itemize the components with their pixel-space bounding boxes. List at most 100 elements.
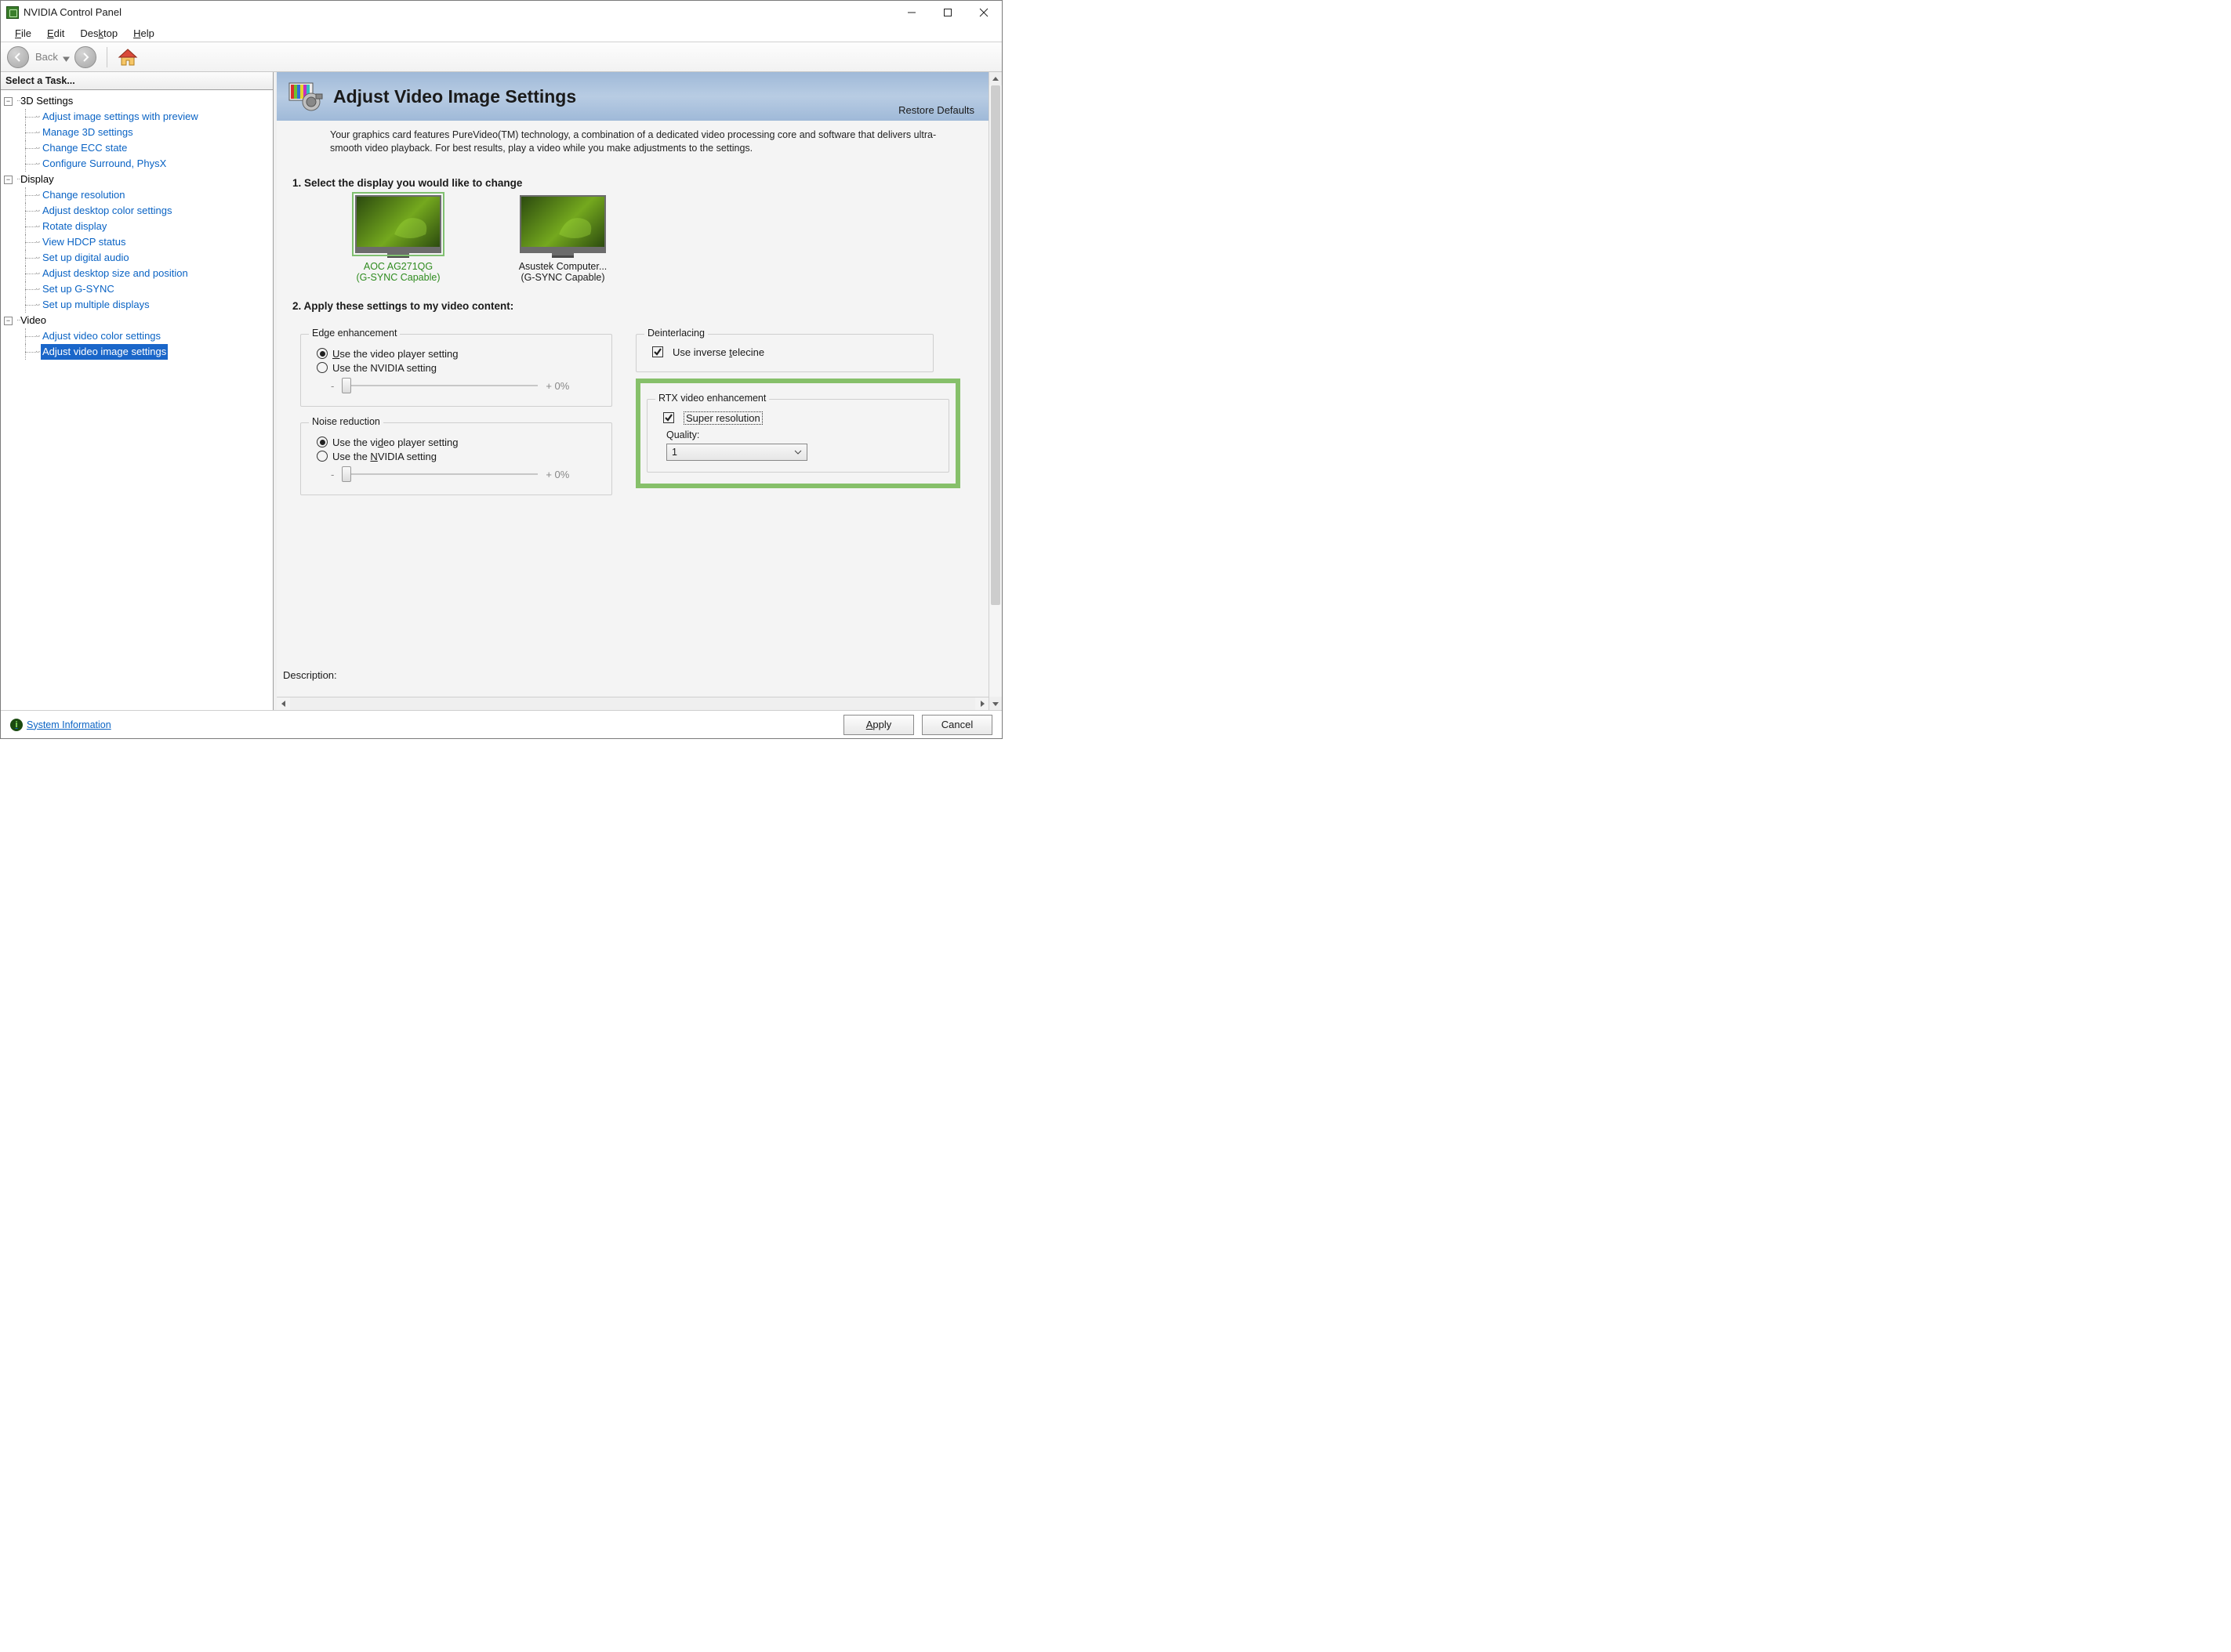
nvidia-app-icon [6,6,19,19]
tree-group-label[interactable]: 3D Settings [20,93,73,109]
main: Adjust Video Image Settings Restore Defa… [274,72,1002,710]
forward-button[interactable] [74,46,96,68]
tree-item[interactable]: ··Adjust desktop color settings [17,203,271,219]
scroll-track[interactable] [290,697,975,710]
scroll-thumb[interactable] [991,85,1000,605]
scroll-left-button[interactable] [277,697,290,710]
close-button[interactable] [966,1,1002,24]
menubar: File Edit Desktop Help [1,24,1002,42]
display-sub: (G-SYNC Capable) [504,272,622,283]
slider-min-label: - [331,380,334,392]
tree-item[interactable]: ··View HDCP status [17,234,271,250]
inverse-telecine-checkbox[interactable]: Use inverse telecine [652,346,922,358]
home-button[interactable] [118,48,138,67]
radio-icon [317,451,328,462]
info-icon: i [10,719,23,731]
tree-item[interactable]: ··Set up digital audio [17,250,271,266]
tree-item[interactable]: ··Adjust image settings with preview [17,109,271,125]
slider-value: + 0% [546,380,569,392]
intro-text: Your graphics card features PureVideo(TM… [277,127,967,163]
tree-item[interactable]: ··Manage 3D settings [17,125,271,140]
back-history-caret[interactable] [63,53,70,60]
horizontal-scrollbar[interactable] [277,697,989,710]
tree-item[interactable]: ··Change resolution [17,187,271,203]
tree-item[interactable]: ··Change ECC state [17,140,271,156]
edge-slider[interactable]: - + 0% [331,380,600,392]
system-information-link[interactable]: i System Information [10,719,111,731]
tree-group-label[interactable]: Display [20,172,54,187]
scroll-right-button[interactable] [975,697,989,710]
vertical-scrollbar[interactable] [989,72,1002,710]
tree-item[interactable]: ··Adjust desktop size and position [17,266,271,281]
tree-group-label[interactable]: Video [20,313,46,328]
page: Adjust Video Image Settings Restore Defa… [277,72,989,710]
window-controls [894,1,1002,24]
checkbox-icon [652,346,663,357]
description-label: Description: [283,669,337,681]
content: Your graphics card features PureVideo(TM… [277,121,989,697]
display-sub: (G-SYNC Capable) [339,272,457,283]
maximize-button[interactable] [930,1,966,24]
step1-title: 1. Select the display you would like to … [292,177,973,189]
menu-edit[interactable]: Edit [41,26,71,41]
scroll-track[interactable] [989,85,1002,697]
slider-min-label: - [331,469,334,480]
chevron-down-icon [794,448,802,456]
super-resolution-label: Super resolution [684,411,763,425]
rtx-highlight: RTX video enhancement Super resolution [636,379,960,488]
radio-icon [317,348,328,359]
edge-enhancement-group: Edge enhancement Use the video player se… [300,334,612,407]
footer: i System Information Apply Cancel [1,710,1002,738]
deinterlacing-group: Deinterlacing Use inverse telecine [636,334,934,372]
minimize-button[interactable] [894,1,930,24]
quality-select[interactable]: 1 [666,444,807,461]
scroll-up-button[interactable] [989,72,1002,85]
group-legend: Deinterlacing [644,328,708,339]
page-title: Adjust Video Image Settings [333,86,576,107]
titlebar: NVIDIA Control Panel [1,1,1002,24]
display-option[interactable]: AOC AG271QG (G-SYNC Capable) [339,195,457,283]
scroll-down-button[interactable] [989,697,1002,710]
tree-item-selected[interactable]: ··Adjust video image settings [17,344,271,360]
group-legend: RTX video enhancement [655,393,769,404]
tree-item[interactable]: ··Rotate display [17,219,271,234]
step2-title: 2. Apply these settings to my video cont… [292,300,973,312]
menu-desktop[interactable]: Desktop [74,26,124,41]
collapse-toggle[interactable]: − [4,97,13,106]
collapse-toggle[interactable]: − [4,317,13,325]
quality-label: Quality: [666,429,938,440]
noise-use-player-radio[interactable]: Use the video player setting [317,437,600,448]
noise-use-nvidia-radio[interactable]: Use the NVIDIA setting [317,451,600,462]
tree-item[interactable]: ··Adjust video color settings [17,328,271,344]
settings-panel: 1. Select the display you would like to … [283,168,982,513]
display-option[interactable]: Asustek Computer... (G-SYNC Capable) [504,195,622,283]
monitor-icon [520,195,606,253]
cancel-button[interactable]: Cancel [922,715,992,735]
edge-use-nvidia-radio[interactable]: Use the NVIDIA setting [317,362,600,374]
collapse-toggle[interactable]: − [4,176,13,184]
tree-item[interactable]: ··Configure Surround, PhysX [17,156,271,172]
toolbar: Back [1,42,1002,72]
tree-item[interactable]: ··Set up G-SYNC [17,281,271,297]
tree-group-display: − ·· Display ··Change resolution ··Adjus… [4,172,271,313]
tree-item[interactable]: ··Set up multiple displays [17,297,271,313]
menu-help[interactable]: Help [127,26,161,41]
restore-defaults-link[interactable]: Restore Defaults [898,104,974,116]
tree-group-3d: − ·· 3D Settings ··Adjust image settings… [4,93,271,172]
menu-file[interactable]: File [9,26,38,41]
monitor-icon [355,195,441,253]
sidebar-header: Select a Task... [1,72,273,90]
super-resolution-checkbox[interactable]: Super resolution [663,411,938,425]
noise-slider[interactable]: - + 0% [331,469,600,480]
slider-value: + 0% [546,469,569,480]
tree-group-video: − ·· Video ··Adjust video color settings… [4,313,271,360]
noise-reduction-group: Noise reduction Use the video player set… [300,422,612,495]
video-settings-icon [288,80,324,113]
apply-button[interactable]: Apply [843,715,914,735]
back-button[interactable] [7,46,29,68]
display-name: AOC AG271QG [339,261,457,272]
edge-use-player-radio[interactable]: Use the video player setting [317,348,600,360]
task-tree[interactable]: − ·· 3D Settings ··Adjust image settings… [1,90,273,710]
body: Select a Task... − ·· 3D Settings ··Adju… [1,72,1002,710]
window-title: NVIDIA Control Panel [24,6,122,18]
